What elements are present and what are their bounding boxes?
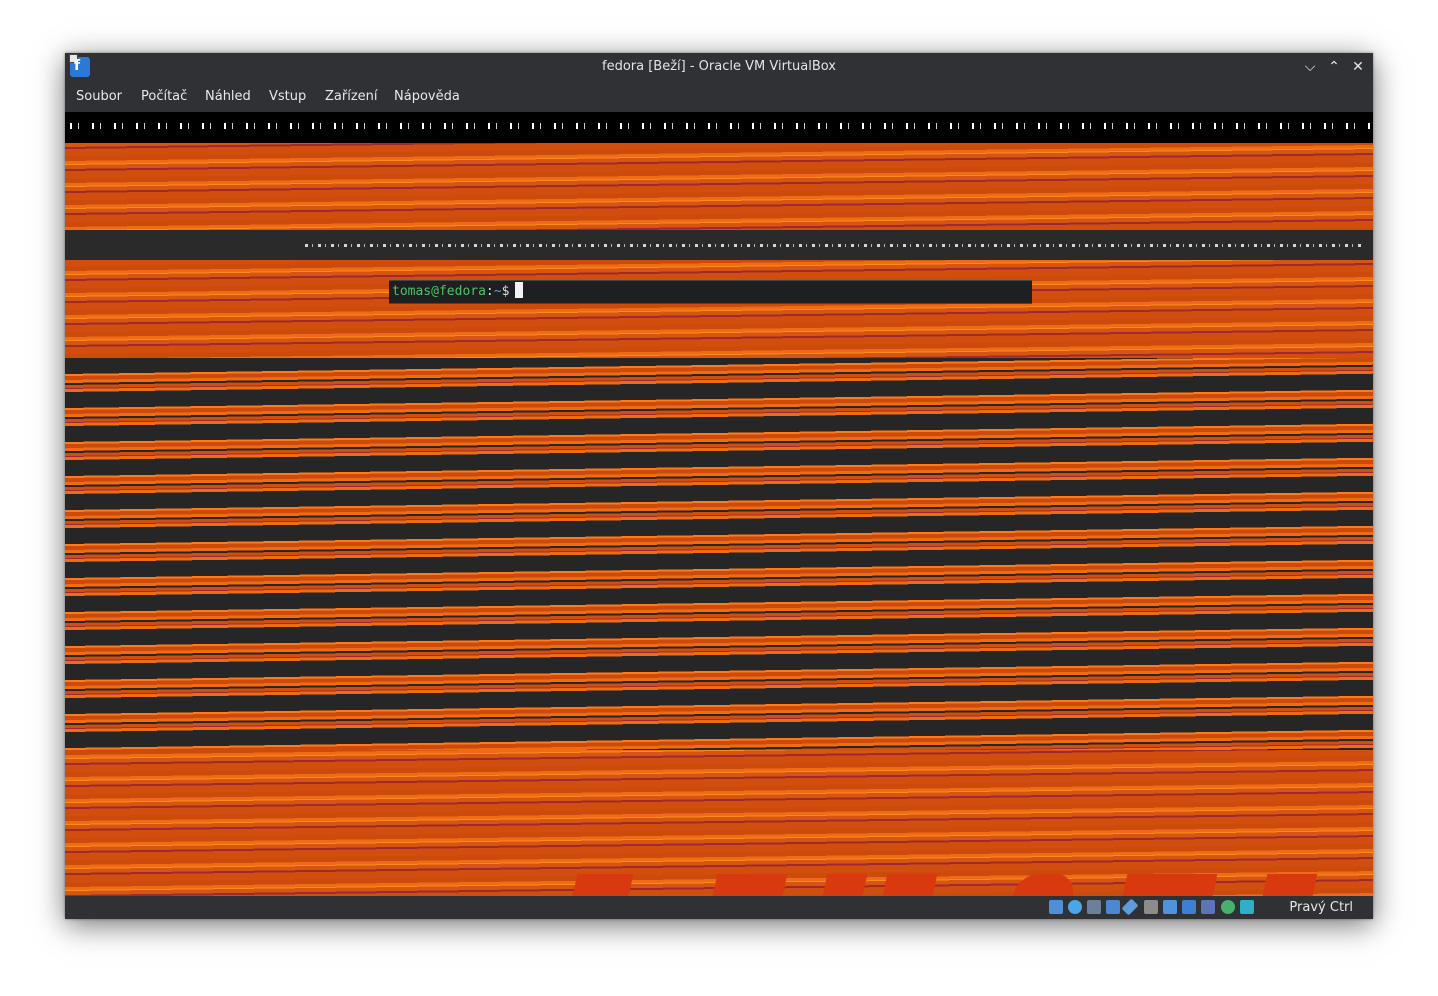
menu-napoveda[interactable]: Nápověda — [394, 89, 460, 104]
maximize-button[interactable]: ⌃ — [1323, 56, 1345, 78]
prompt-path: ~ — [493, 284, 502, 299]
minimize-button[interactable]: ⌵ — [1299, 56, 1321, 78]
wallpaper-shape — [882, 874, 938, 896]
menu-zarizeni[interactable]: Zařízení — [325, 89, 378, 104]
wallpaper-shape — [712, 874, 788, 896]
wallpaper-shape — [1012, 874, 1078, 896]
prompt-separator: : — [485, 284, 494, 299]
menu-pocitac[interactable]: Počítač — [141, 89, 187, 104]
virtualbox-window: . f fedora [Beží] - Oracle VM VirtualBox… — [65, 53, 1373, 919]
prompt-dollar: $ — [501, 284, 510, 299]
close-button[interactable]: ✕ — [1347, 56, 1369, 78]
menu-soubor[interactable]: Soubor — [76, 89, 122, 104]
shared-folders-icon[interactable] — [1144, 900, 1158, 914]
status-icons — [1049, 898, 1289, 916]
text-cursor — [515, 282, 524, 298]
mouse-integration-icon[interactable] — [1221, 900, 1235, 914]
wallpaper-shape — [1122, 874, 1218, 896]
network-icon[interactable] — [1106, 900, 1120, 914]
window-title: fedora [Beží] - Oracle VM VirtualBox — [602, 59, 836, 74]
wallpaper-shape — [572, 874, 634, 896]
glitched-panel-band — [65, 230, 1373, 260]
wallpaper-shape — [1262, 874, 1318, 896]
glitched-top-panel — [65, 112, 1373, 143]
title-bar[interactable]: . f fedora [Beží] - Oracle VM VirtualBox… — [65, 53, 1373, 81]
hard-disk-icon[interactable] — [1049, 900, 1063, 914]
prompt-user-host: tomas@fedora — [392, 284, 486, 299]
host-key-label: Pravý Ctrl — [1289, 900, 1353, 915]
chevron-down-icon: ⌵ — [1304, 59, 1316, 75]
optical-drive-icon[interactable] — [1068, 900, 1082, 914]
wallpaper-shape — [822, 874, 868, 896]
status-bar: Pravý Ctrl — [65, 896, 1373, 919]
chevron-up-icon: ⌃ — [1328, 59, 1340, 75]
glitched-stripes — [65, 358, 1373, 750]
menu-vstup[interactable]: Vstup — [269, 89, 306, 104]
terminal-prompt-line[interactable]: tomas@fedora:~$ — [389, 280, 1032, 304]
menu-nahled[interactable]: Náhled — [205, 89, 251, 104]
virtualization-icon[interactable] — [1201, 900, 1215, 914]
keyboard-capture-icon[interactable] — [1240, 900, 1254, 914]
video-capture-icon[interactable] — [1182, 900, 1196, 914]
display-icon[interactable] — [1163, 900, 1177, 914]
audio-icon[interactable] — [1087, 900, 1101, 914]
close-icon: ✕ — [1352, 59, 1364, 75]
vm-display[interactable]: tomas@fedora:~$ — [65, 112, 1373, 896]
usb-icon[interactable] — [1121, 898, 1139, 916]
menu-bar: Soubor Počítač Náhled Vstup Zařízení Náp… — [65, 81, 1373, 112]
